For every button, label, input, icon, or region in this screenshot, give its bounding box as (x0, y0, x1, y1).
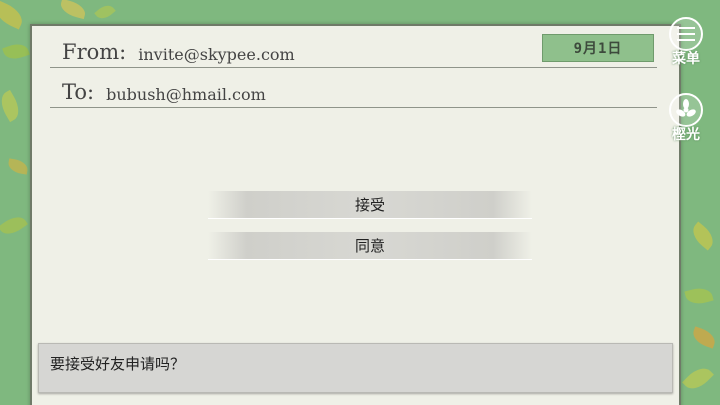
fan-icon (669, 93, 703, 127)
from-label: From: (62, 40, 127, 64)
menu-label: 菜单 (672, 51, 700, 67)
to-label: To: (62, 80, 95, 104)
to-row: To: bubush@hmail.com (50, 68, 657, 108)
skip-label: 樫光 (672, 127, 700, 143)
choice-accept-button[interactable]: 接受 (208, 191, 532, 219)
hamburger-icon (669, 17, 703, 51)
skip-button[interactable]: 樫光 (664, 93, 708, 144)
from-value: invite@skypee.com (138, 45, 295, 64)
date-badge: 9月1日 (542, 34, 654, 62)
choice-agree-button[interactable]: 同意 (208, 232, 532, 260)
menu-button[interactable]: 菜单 (664, 17, 708, 68)
to-value: bubush@hmail.com (106, 85, 266, 104)
dialogue-box[interactable]: 要接受好友申请吗？ (38, 343, 673, 393)
dialogue-text: 要接受好友申请吗？ (50, 355, 186, 373)
